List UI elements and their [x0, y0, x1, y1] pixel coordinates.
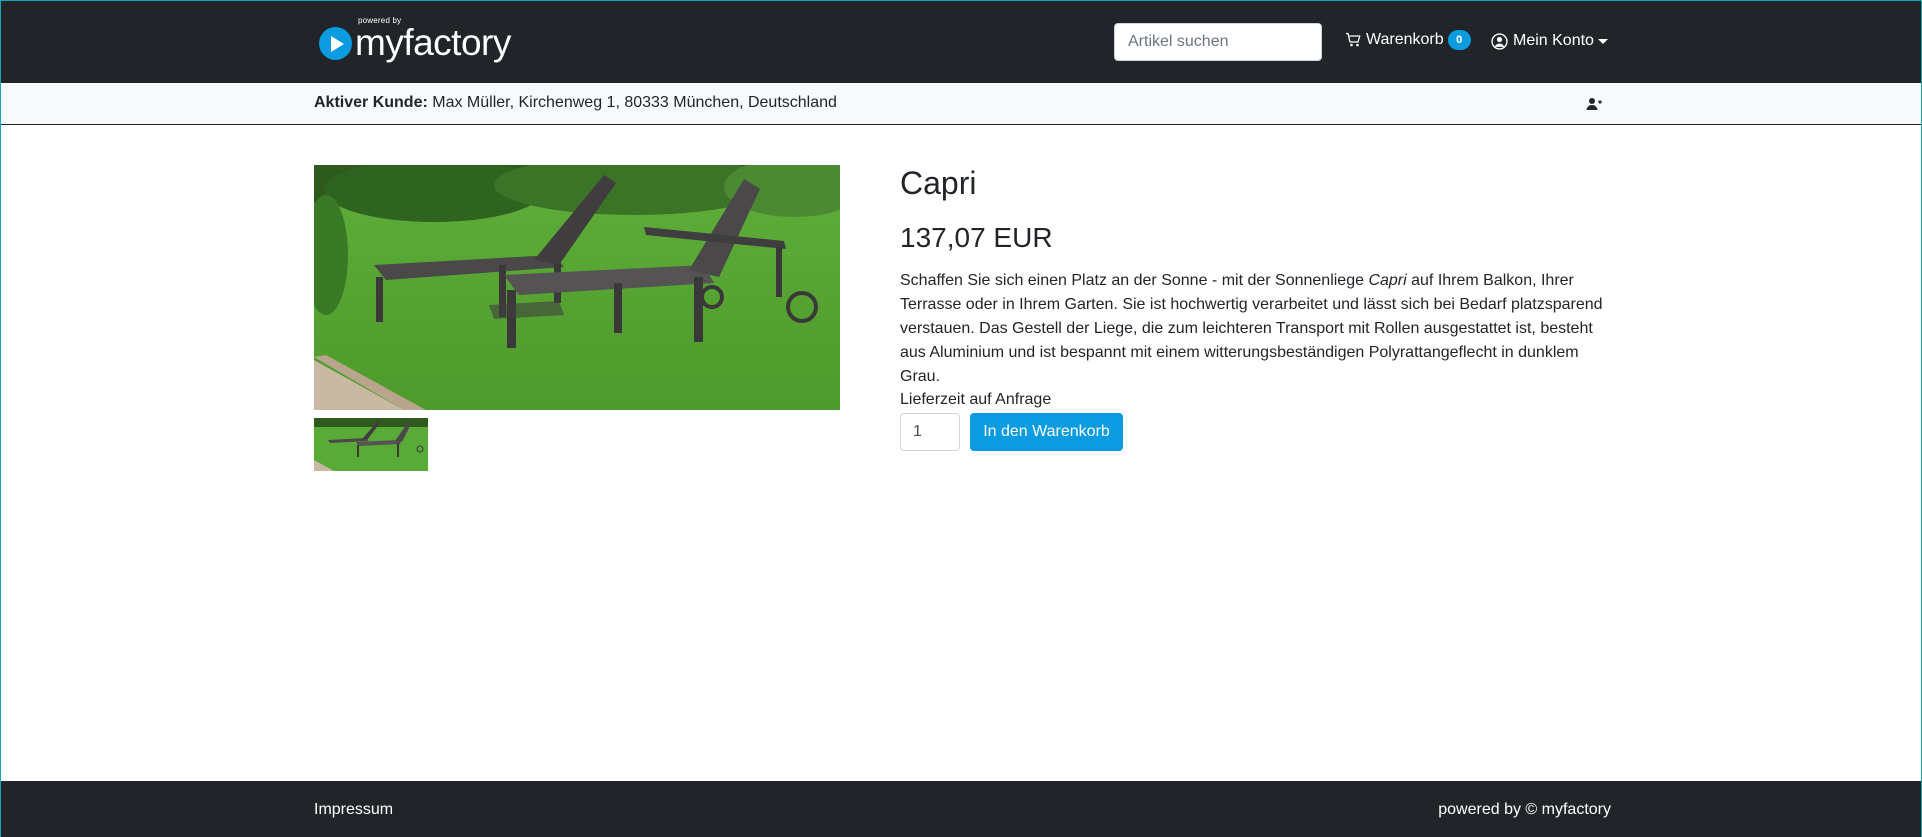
description-text-start: Schaffen Sie sich einen Platz an der Son…: [900, 272, 1369, 289]
product-description: Schaffen Sie sich einen Platz an der Son…: [900, 269, 1612, 389]
add-to-cart-button[interactable]: In den Warenkorb: [970, 413, 1123, 451]
sun-lounger-image: [314, 165, 840, 410]
product-main-image: [314, 165, 840, 410]
search-input[interactable]: [1114, 23, 1322, 61]
footer-powered-by: powered by © myfactory: [1438, 801, 1611, 818]
customer-container: Aktiver Kunde: Max Müller, Kirchenweg 1,…: [314, 83, 1611, 124]
description-product-name: Capri: [1368, 272, 1407, 289]
active-customer-value: Max Müller, Kirchenweg 1, 80333 München,…: [432, 94, 837, 111]
product-price: 137,07 EUR: [900, 222, 1053, 253]
top-navbar: powered by myfactory Warenkorb 0 Mein Ko…: [1, 1, 1921, 83]
caret-down-icon: [1597, 38, 1608, 44]
account-dropdown[interactable]: Mein Konto: [1491, 32, 1608, 50]
brand-name: myfactory: [355, 22, 511, 63]
footer-container: Impressum powered by © myfactory: [314, 781, 1611, 837]
user-circle-icon: [1491, 32, 1508, 50]
switch-customer-icon[interactable]: [1586, 97, 1602, 111]
delivery-time: Lieferzeit auf Anfrage: [900, 391, 1052, 408]
brand-logo[interactable]: powered by myfactory: [319, 16, 511, 64]
account-label: Mein Konto: [1513, 32, 1594, 49]
active-customer-label: Aktiver Kunde:: [314, 94, 428, 111]
play-icon: [319, 26, 352, 60]
brand-text: powered by myfactory: [355, 16, 511, 64]
cart-label: Warenkorb: [1366, 31, 1444, 48]
navbar-container: powered by myfactory Warenkorb 0 Mein Ko…: [314, 1, 1611, 83]
cart-link[interactable]: Warenkorb 0: [1345, 30, 1471, 50]
product-thumbnail[interactable]: [314, 418, 428, 471]
active-customer-bar: Aktiver Kunde: Max Müller, Kirchenweg 1,…: [1, 83, 1921, 125]
product-title: Capri: [900, 165, 977, 201]
sun-lounger-thumbnail-image: [314, 418, 428, 471]
brand-powered-by: powered by: [358, 16, 402, 25]
active-customer-info: Aktiver Kunde: Max Müller, Kirchenweg 1,…: [314, 94, 837, 112]
impressum-link[interactable]: Impressum: [314, 801, 393, 819]
footer: Impressum powered by © myfactory: [1, 781, 1921, 837]
cart-icon: [1346, 32, 1361, 47]
cart-count-badge: 0: [1447, 30, 1471, 50]
quantity-input[interactable]: [900, 413, 960, 451]
